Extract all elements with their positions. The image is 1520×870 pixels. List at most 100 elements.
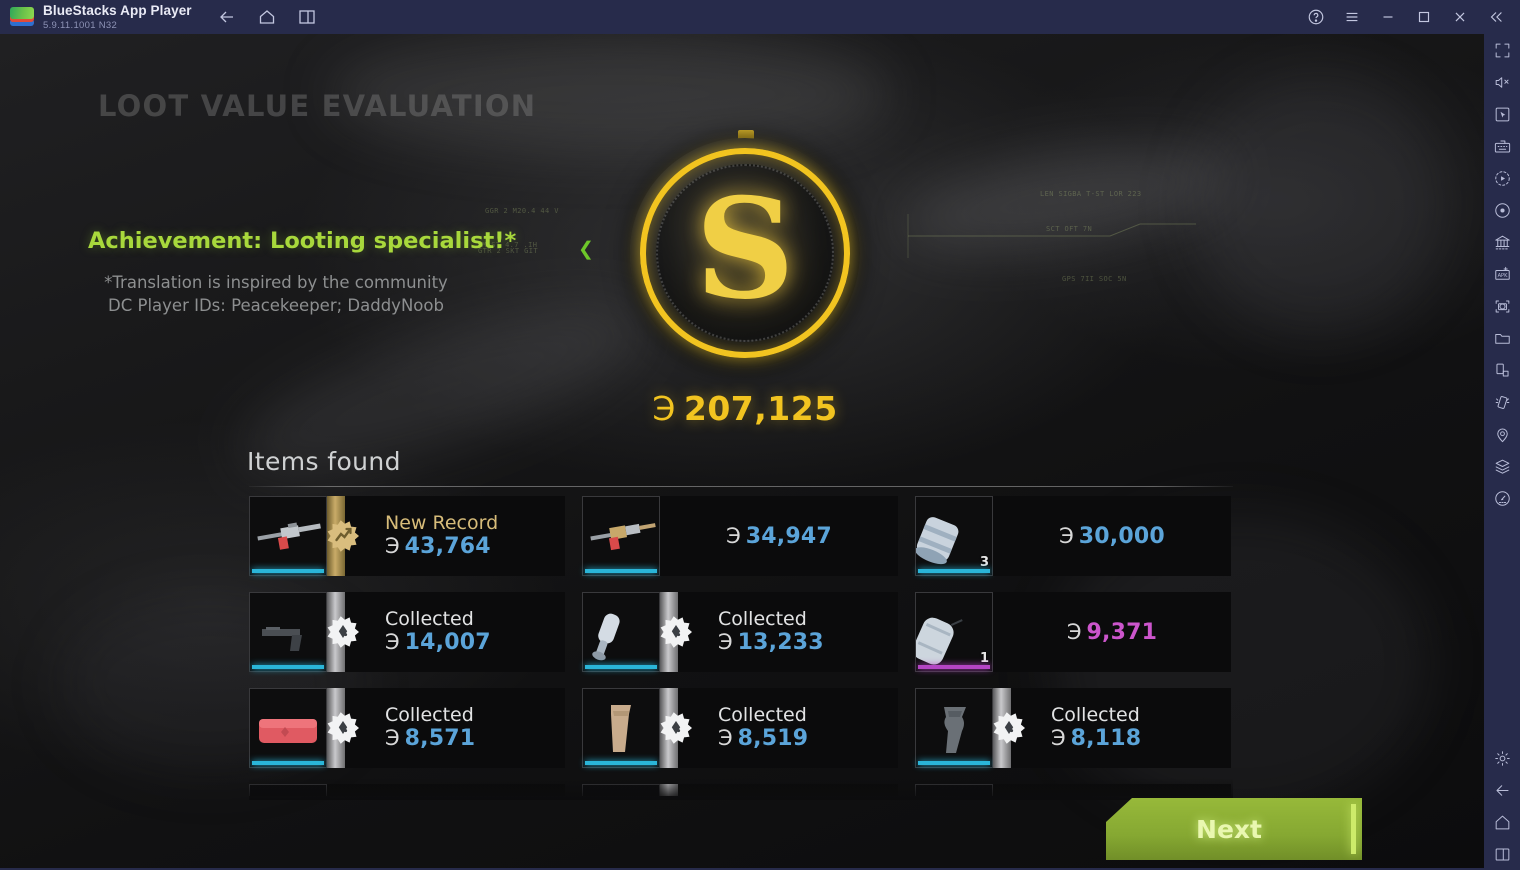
android-recents-tool[interactable] xyxy=(1484,838,1520,870)
telemetry-text: SCT OFT 7N xyxy=(1046,225,1093,233)
items-grid: New Record Э 43,764 Э 34,947 3 Э 30,000 Collecte… xyxy=(249,496,1233,796)
achievement-note-line1: *Translation is inspired by the communit… xyxy=(104,273,448,292)
title-bar-nav xyxy=(212,4,322,30)
currency-symbol: Э xyxy=(385,629,400,654)
item-card[interactable]: Collected Э 8,118 xyxy=(915,688,1231,768)
item-info xyxy=(993,784,1231,796)
item-status-label: New Record xyxy=(385,512,499,535)
item-status-label: Collected xyxy=(718,704,807,727)
item-value-text: 30,000 xyxy=(1078,523,1165,549)
diamond-medal-icon xyxy=(326,711,360,745)
android-back-tool[interactable] xyxy=(1484,774,1520,806)
item-card[interactable] xyxy=(915,784,1231,796)
settings-tool[interactable] xyxy=(1484,742,1520,774)
diamond-medal-icon xyxy=(326,615,360,649)
bluestacks-sidebar: APK xyxy=(1484,34,1520,870)
item-text: Collected Э 14,007 xyxy=(385,609,491,654)
item-card[interactable]: 3 Э 30,000 xyxy=(915,496,1231,576)
diamond-medal-icon xyxy=(659,615,693,649)
item-quantity: 3 xyxy=(979,555,989,570)
mute-tool[interactable] xyxy=(1484,66,1520,98)
gauge-icon xyxy=(1493,489,1512,508)
install-apk-tool[interactable]: APK xyxy=(1484,258,1520,290)
total-value-text: 207,125 xyxy=(683,389,838,428)
item-rarity-bar xyxy=(585,665,657,669)
item-card[interactable]: 1 Э 9,371 xyxy=(915,592,1231,672)
next-button-edge xyxy=(1351,804,1356,854)
item-text: Э 9,371 xyxy=(993,620,1231,645)
game-screen: GGR 2 M20.4 44 V M.ST 4.7 .IH GTR 2 SKT … xyxy=(0,34,1484,870)
media-manager-tool[interactable] xyxy=(1484,322,1520,354)
item-status-label: Collected xyxy=(718,608,807,631)
recents-icon xyxy=(1493,845,1512,864)
currency-symbol: Э xyxy=(1051,725,1066,750)
prev-arrow-icon[interactable]: ❮ xyxy=(578,238,594,261)
diamond-medal-icon xyxy=(992,711,1026,745)
rotate-tool[interactable] xyxy=(1484,354,1520,386)
achievement-note-line2: DC Player IDs: Peacekeeper; DaddyNoob xyxy=(108,295,444,315)
apk-install-icon: APK xyxy=(1493,265,1512,284)
rank-letter-text: S xyxy=(695,167,795,330)
keymapping-tool[interactable] xyxy=(1484,130,1520,162)
item-text: Collected Э 13,233 xyxy=(718,609,824,654)
item-card[interactable]: Collected xyxy=(582,784,898,796)
screenshot-tool[interactable] xyxy=(1484,290,1520,322)
back-button[interactable] xyxy=(212,4,242,30)
item-card[interactable]: Collected Э 13,233 xyxy=(582,592,898,672)
next-button[interactable]: Next xyxy=(1106,798,1362,860)
item-thumbnail xyxy=(582,496,660,576)
item-card[interactable]: Collected Э 8,571 xyxy=(249,688,565,768)
trim-memory-tool[interactable] xyxy=(1484,482,1520,514)
app-title: BlueStacks App Player xyxy=(43,3,192,18)
telemetry-text: LEN SIGBA T-ST LOR 223 xyxy=(1040,190,1142,198)
next-button-label: Next xyxy=(1196,814,1262,844)
help-button[interactable] xyxy=(1300,2,1332,32)
home-icon xyxy=(1493,813,1512,832)
background-blur xyxy=(1190,74,1450,334)
item-card[interactable]: Э 34,947 xyxy=(582,496,898,576)
android-home-tool[interactable] xyxy=(1484,806,1520,838)
items-found-header: Items found xyxy=(247,447,401,476)
multi-instance-manager-tool[interactable] xyxy=(1484,226,1520,258)
item-card[interactable]: Collected Э 14,007 xyxy=(249,592,565,672)
shake-tool[interactable] xyxy=(1484,386,1520,418)
item-text: New Record Э 43,764 xyxy=(385,513,498,558)
fullscreen-tool[interactable] xyxy=(1484,34,1520,66)
item-info: Collected Э 14,007 xyxy=(327,592,565,672)
item-rarity-bar xyxy=(252,569,324,573)
item-text: Collected Э 8,571 xyxy=(385,705,475,750)
item-value: Э 30,000 xyxy=(993,523,1231,549)
currency-symbol: Э xyxy=(726,523,741,548)
pointer-tool[interactable] xyxy=(1484,98,1520,130)
rotate-screen-icon xyxy=(1493,361,1512,380)
minimize-button[interactable] xyxy=(1372,2,1404,32)
multi-instance-button[interactable] xyxy=(292,4,322,30)
item-rarity-bar xyxy=(252,761,324,765)
item-value: Э 34,947 xyxy=(660,523,898,549)
item-card[interactable] xyxy=(249,784,565,796)
item-thumbnail xyxy=(582,592,660,672)
macro-recorder-tool[interactable] xyxy=(1484,162,1520,194)
item-info: Collected Э 8,118 xyxy=(993,688,1231,768)
item-thumbnail xyxy=(915,688,993,768)
hamburger-menu-button[interactable] xyxy=(1336,2,1368,32)
cursor-icon xyxy=(1493,105,1512,124)
item-card[interactable]: Collected Э 8,519 xyxy=(582,688,898,768)
location-tool[interactable] xyxy=(1484,418,1520,450)
currency-symbol: Э xyxy=(1059,523,1074,548)
item-rarity-bar xyxy=(252,665,324,669)
bluestacks-window: BlueStacks App Player 5.9.11.1001 N32 GG… xyxy=(0,0,1520,870)
eco-mode-tool[interactable] xyxy=(1484,450,1520,482)
item-rarity-bar xyxy=(585,761,657,765)
maximize-button[interactable] xyxy=(1408,2,1440,32)
item-rarity-bar xyxy=(918,761,990,765)
item-info: New Record Э 43,764 xyxy=(327,496,565,576)
item-card[interactable]: New Record Э 43,764 xyxy=(249,496,565,576)
screen-record-tool[interactable] xyxy=(1484,194,1520,226)
collapse-sidebar-button[interactable] xyxy=(1480,2,1512,32)
achievement-title: Achievement: Looting specialist!* xyxy=(88,228,517,254)
close-button[interactable] xyxy=(1444,2,1476,32)
bluestacks-logo-icon xyxy=(10,5,34,29)
home-button[interactable] xyxy=(252,4,282,30)
item-info: Э 9,371 xyxy=(993,592,1231,672)
